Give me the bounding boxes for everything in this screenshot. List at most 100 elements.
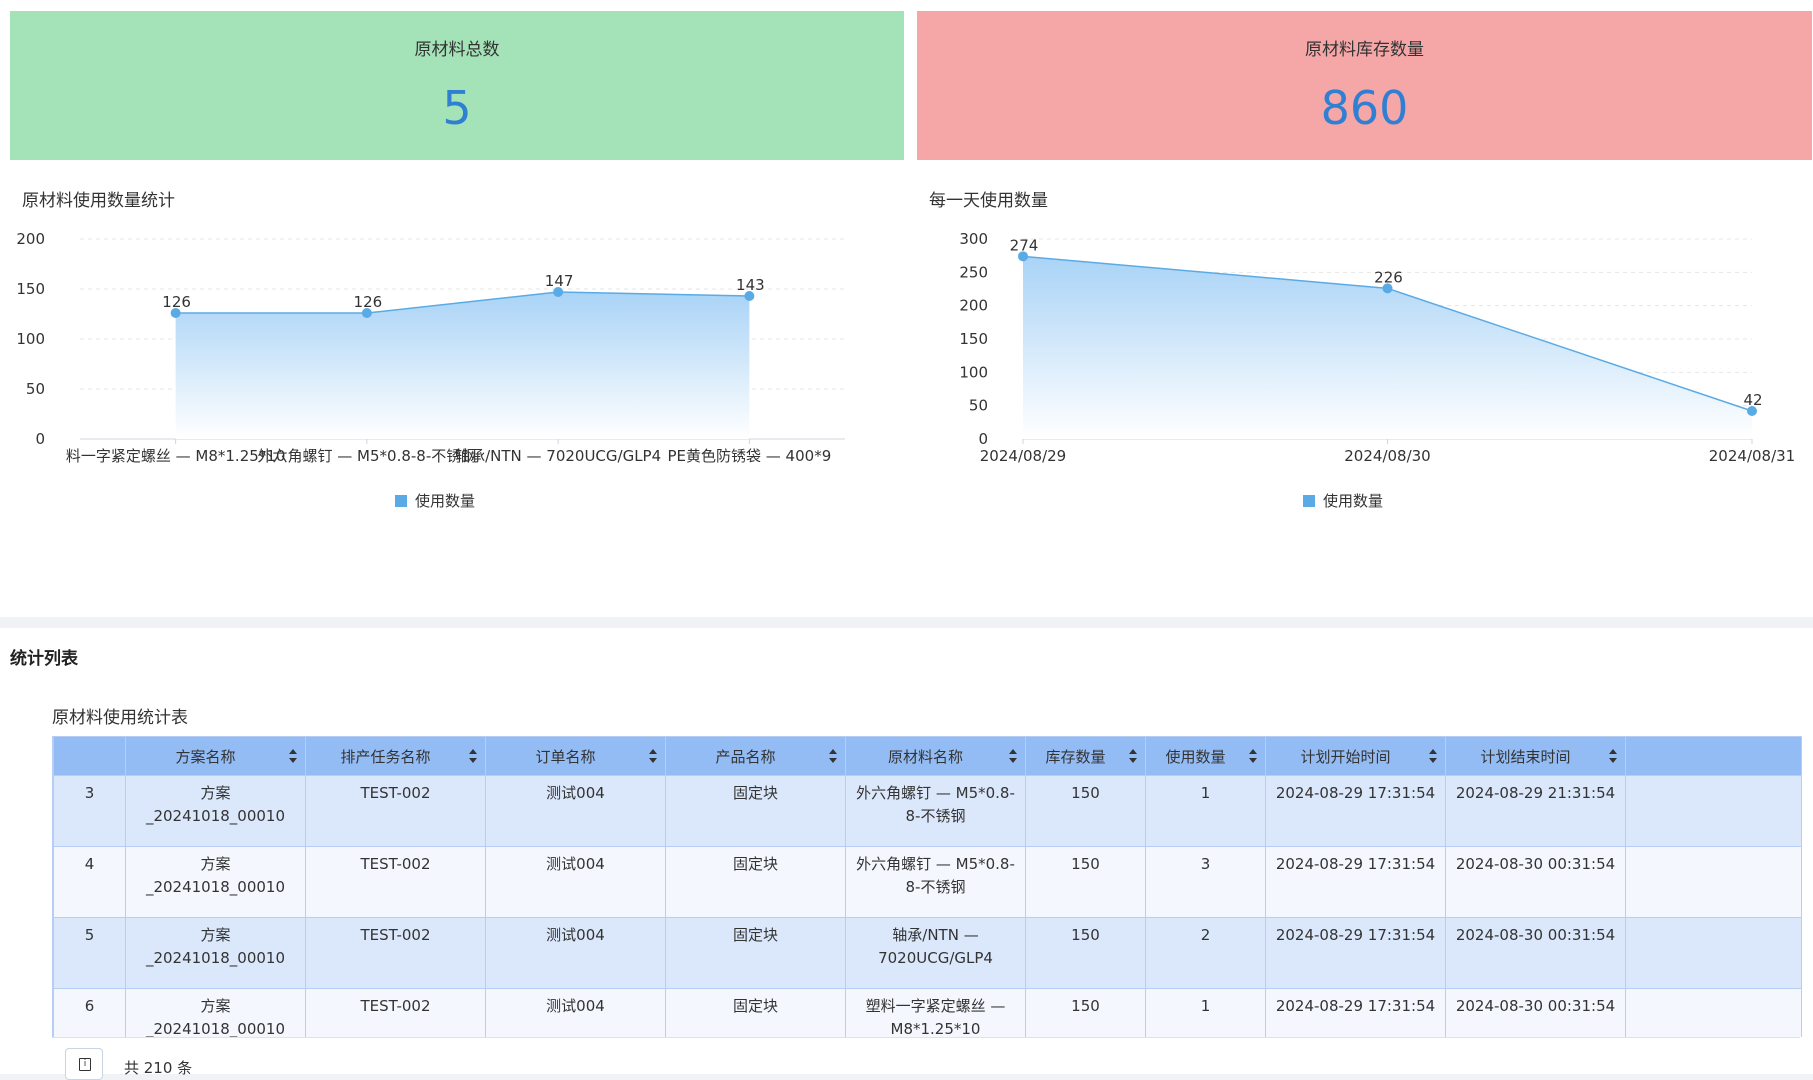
column-header-start[interactable]: 计划开始时间 — [1265, 736, 1446, 776]
table-row[interactable]: 3 方案_20241018_00010 TEST-002 测试004 固定块 外六角螺钉 … — [53, 775, 1801, 847]
table-cell: 塑料一字紧定螺丝 — M8*1.25*10 — [845, 988, 1026, 1037]
y-tick-label: 50 — [26, 380, 45, 398]
table-cell-empty — [1625, 988, 1801, 1037]
table-cell: 2024-08-30 00:31:54 — [1445, 917, 1626, 989]
y-tick-label: 50 — [969, 397, 988, 415]
table-cell: 2024-08-30 00:31:54 — [1445, 846, 1626, 918]
data-label: 226 — [1374, 268, 1403, 286]
header-label: 使用数量 — [1165, 747, 1226, 766]
data-label: 147 — [545, 272, 574, 290]
column-header-product[interactable]: 产品名称 — [665, 736, 846, 776]
sort-icon[interactable] — [1609, 749, 1617, 763]
header-label: 方案名称 — [175, 747, 236, 766]
table-cell: 方案_20241018_00010 — [125, 917, 306, 989]
dashboard-top-panel: 原材料总数 5 原材料库存数量 860 原材料使用数量统计 每一天使用数量 0 5… — [0, 0, 1813, 617]
x-tick-label: 2024/08/30 — [1344, 447, 1430, 465]
table-cell: 方案_20241018_00010 — [125, 846, 306, 918]
y-tick-label: 250 — [959, 263, 988, 281]
x-tick-label: 2024/08/31 — [1709, 447, 1795, 465]
sort-icon[interactable] — [469, 749, 477, 763]
column-header-plan[interactable]: 方案名称 — [125, 736, 306, 776]
table-row[interactable]: 5 方案_20241018_00010 TEST-002 测试004 固定块 轴承/NTN… — [53, 917, 1801, 989]
data-label: 42 — [1743, 391, 1762, 409]
sort-icon[interactable] — [1009, 749, 1017, 763]
table-cell: 150 — [1025, 988, 1146, 1037]
sort-icon[interactable] — [829, 749, 837, 763]
sort-icon[interactable] — [649, 749, 657, 763]
table-cell: 外六角螺钉 — M5*0.8-8-不锈钢 — [845, 775, 1026, 847]
table-cell: 方案_20241018_00010 — [125, 775, 306, 847]
table-cell-empty — [1625, 917, 1801, 989]
table-cell-empty — [1625, 775, 1801, 847]
sort-icon[interactable] — [1429, 749, 1437, 763]
table-cell: 测试004 — [485, 775, 666, 847]
row-index: 5 — [53, 917, 126, 989]
table-cell: TEST-002 — [305, 988, 486, 1037]
table-row[interactable]: 6 方案_20241018_00010 TEST-002 测试004 固定块 塑料一字紧定… — [53, 988, 1801, 1037]
table-row[interactable]: 4 方案_20241018_00010 TEST-002 测试004 固定块 外六角螺钉 … — [53, 846, 1801, 918]
table-cell: 外六角螺钉 — M5*0.8-8-不锈钢 — [845, 846, 1026, 918]
y-tick-label: 150 — [959, 330, 988, 348]
table-cell: 测试004 — [485, 846, 666, 918]
table-cell: 150 — [1025, 846, 1146, 918]
data-label: 126 — [162, 293, 191, 311]
page-icon: i — [79, 1058, 91, 1071]
column-header-material[interactable]: 原材料名称 — [845, 736, 1026, 776]
sort-icon[interactable] — [1129, 749, 1137, 763]
legend-swatch — [395, 495, 407, 507]
header-label: 库存数量 — [1045, 747, 1106, 766]
table-cell: 测试004 — [485, 917, 666, 989]
table-cell: 2024-08-29 17:31:54 — [1265, 775, 1446, 847]
y-tick-label: 300 — [959, 230, 988, 248]
table-cell: 2024-08-29 17:31:54 — [1265, 988, 1446, 1037]
series-area — [175, 292, 750, 439]
column-header-order[interactable]: 订单名称 — [485, 736, 666, 776]
row-index: 3 — [53, 775, 126, 847]
y-tick-label: 200 — [16, 230, 45, 248]
column-header-used[interactable]: 使用数量 — [1145, 736, 1266, 776]
card-value: 5 — [442, 81, 472, 135]
column-header-extra — [1625, 736, 1801, 776]
data-label: 274 — [1010, 236, 1039, 254]
table-cell: 固定块 — [665, 988, 846, 1037]
sort-icon[interactable] — [1249, 749, 1257, 763]
sort-icon[interactable] — [289, 749, 297, 763]
right-chart-title: 每一天使用数量 — [929, 191, 1048, 211]
y-tick-label: 100 — [959, 363, 988, 381]
table-cell: 3 — [1145, 846, 1266, 918]
stats-list-panel: 统计列表 原材料使用统计表 方案名称 排产任务名称 订单名称 产品名称 原材料名… — [0, 628, 1813, 1080]
card-title: 原材料库存数量 — [1305, 40, 1424, 60]
legend-label: 使用数量 — [1323, 492, 1383, 510]
header-label: 产品名称 — [715, 747, 776, 766]
y-tick-label: 100 — [16, 330, 45, 348]
column-header-end[interactable]: 计划结束时间 — [1445, 736, 1626, 776]
index-header — [53, 736, 126, 776]
y-tick-label: 150 — [16, 280, 45, 298]
y-tick-label: 200 — [959, 297, 988, 315]
x-tick-label: 料一字紧定螺丝 — M8*1.25*10 — [66, 447, 286, 465]
table-cell: 2024-08-29 17:31:54 — [1265, 917, 1446, 989]
header-label: 原材料名称 — [887, 747, 963, 766]
data-label: 126 — [354, 293, 383, 311]
x-tick-label: 轴承/NTN — 7020UCG/GLP4 — [455, 447, 661, 465]
y-tick-label: 0 — [978, 430, 988, 448]
table-cell: 2024-08-30 00:31:54 — [1445, 988, 1626, 1037]
table-cell: 150 — [1025, 917, 1146, 989]
table-footer: i 共 210 条 — [52, 1037, 1800, 1080]
table-title: 原材料使用统计表 — [52, 708, 188, 728]
header-label: 计划结束时间 — [1480, 747, 1571, 766]
header-label: 计划开始时间 — [1300, 747, 1391, 766]
table-cell: 固定块 — [665, 846, 846, 918]
column-header-stock[interactable]: 库存数量 — [1025, 736, 1146, 776]
row-index: 4 — [53, 846, 126, 918]
column-header-task[interactable]: 排产任务名称 — [305, 736, 486, 776]
usage-table: 方案名称 排产任务名称 订单名称 产品名称 原材料名称 库存数量 使用数量 计划… — [52, 736, 1802, 1037]
left-chart-title: 原材料使用数量统计 — [22, 191, 175, 211]
section-title: 统计列表 — [10, 649, 78, 669]
y-tick-label: 0 — [35, 430, 45, 448]
x-tick-label: PE黄色防锈袋 — 400*9 — [668, 447, 832, 465]
page-button[interactable]: i — [65, 1048, 103, 1080]
data-label: 143 — [736, 276, 765, 294]
card-value: 860 — [1320, 81, 1409, 135]
x-tick-label: 外六角螺钉 — M5*0.8-8-不锈钢 — [258, 447, 477, 465]
